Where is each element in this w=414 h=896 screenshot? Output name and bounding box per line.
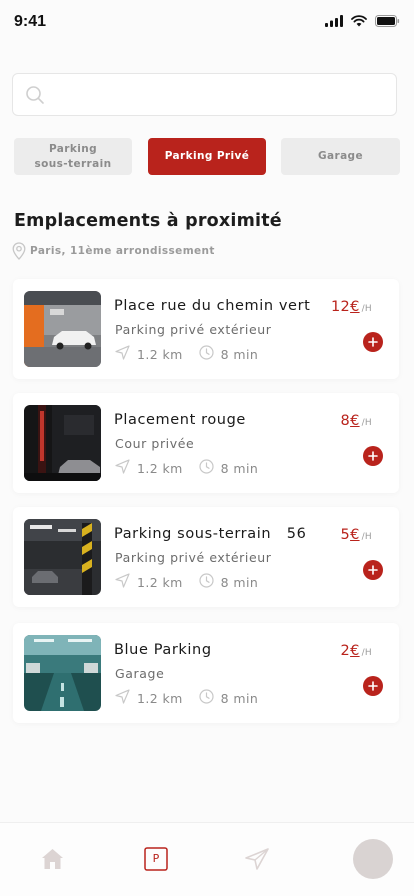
wifi-icon [351, 15, 367, 27]
navigation-icon [115, 345, 130, 363]
price-unit: /H [361, 418, 372, 428]
listing-price: 2€/H [341, 643, 372, 659]
status-icons [325, 15, 400, 27]
bottom-nav: P [0, 822, 414, 896]
search-box[interactable] [12, 73, 397, 116]
price-unit: /H [361, 648, 372, 658]
parking-icon-label: P [152, 852, 160, 865]
listing-meta: 1.2 km 8 min [115, 345, 258, 363]
navigation-icon [115, 459, 130, 477]
tab-label-line1: Parking [48, 142, 98, 155]
listing-thumbnail [24, 519, 101, 595]
clock-icon [199, 459, 214, 477]
nav-send[interactable] [244, 847, 270, 875]
listing-distance: 1.2 km [137, 574, 183, 590]
listing-duration: 8 min [220, 574, 259, 590]
tab-parking-prive[interactable]: Parking Privé [148, 138, 266, 175]
add-button[interactable] [363, 560, 383, 580]
price-unit: /H [361, 304, 372, 314]
listing-price: 12€/H [331, 299, 372, 315]
plus-icon [368, 565, 378, 575]
navigation-icon [115, 689, 130, 707]
listing-title: Placement rouge [114, 412, 246, 428]
listing-duration: 8 min [220, 346, 259, 362]
listing-title: Parking sous-terrain 56 [114, 526, 307, 542]
listing-price: 5€/H [341, 527, 372, 543]
listing-title: Blue Parking [114, 642, 212, 658]
search-icon [26, 86, 44, 104]
listing-duration: 8 min [220, 460, 259, 476]
status-time: 9:41 [14, 13, 47, 30]
add-button[interactable] [363, 676, 383, 696]
listing-card[interactable]: Blue Parking Garage 1.2 km 8 min 2€/H [13, 623, 399, 723]
search-input[interactable] [55, 74, 385, 115]
tab-label: Parking Privé [164, 150, 250, 162]
price-currency: € [350, 643, 360, 659]
plus-icon [368, 451, 378, 461]
price-value: 2 [340, 643, 351, 659]
listing-subtitle: Cour privée [115, 436, 195, 451]
avatar[interactable] [353, 839, 393, 879]
listing-distance: 1.2 km [137, 690, 183, 706]
price-value: 8 [340, 413, 351, 429]
listing-meta: 1.2 km 8 min [115, 573, 258, 591]
price-unit: /H [361, 532, 372, 542]
price-currency: € [350, 299, 360, 315]
listing-subtitle: Parking privé extérieur [115, 322, 272, 337]
price-value: 12 [331, 299, 351, 315]
plus-icon [368, 337, 378, 347]
clock-icon [199, 573, 214, 591]
listing-thumbnail [24, 635, 101, 711]
status-bar: 9:41 [0, 0, 414, 46]
add-button[interactable] [363, 446, 383, 466]
tab-garage[interactable]: Garage [281, 138, 400, 175]
filter-tabs: Parking sous-terrain Parking Privé Garag… [14, 138, 400, 175]
add-button[interactable] [363, 332, 383, 352]
section-title: Emplacements à proximité [14, 211, 282, 231]
location-row: Paris, 11ème arrondissement [12, 242, 215, 260]
listing-meta: 1.2 km 8 min [115, 689, 258, 707]
listing-distance: 1.2 km [137, 346, 183, 362]
listing-thumbnail [24, 291, 101, 367]
navigation-icon [115, 573, 130, 591]
location-pin-icon [12, 242, 26, 260]
send-icon [245, 848, 269, 870]
tab-label-line2: sous-terrain [34, 157, 112, 170]
battery-icon [375, 15, 400, 27]
listing-subtitle: Garage [115, 666, 165, 681]
price-currency: € [350, 527, 360, 543]
clock-icon [199, 345, 214, 363]
listing-card[interactable]: Parking sous-terrain 56 Parking privé ex… [13, 507, 399, 607]
nav-home[interactable] [40, 847, 65, 875]
signal-icon [325, 15, 343, 27]
price-currency: € [350, 413, 360, 429]
listing-meta: 1.2 km 8 min [115, 459, 258, 477]
clock-icon [199, 689, 214, 707]
listing-duration: 8 min [220, 690, 259, 706]
nav-parking[interactable]: P [144, 847, 168, 875]
listing-card[interactable]: Place rue du chemin vert Parking privé e… [13, 279, 399, 379]
tab-label: Garage [317, 150, 363, 162]
listing-card[interactable]: Placement rouge Cour privée 1.2 km 8 min… [13, 393, 399, 493]
location-text: Paris, 11ème arrondissement [30, 245, 215, 257]
listing-title: Place rue du chemin vert [114, 298, 311, 314]
plus-icon [368, 681, 378, 691]
listing-distance: 1.2 km [137, 460, 183, 476]
tab-parking-sous-terrain[interactable]: Parking sous-terrain [14, 138, 132, 175]
listing-subtitle: Parking privé extérieur [115, 550, 272, 565]
listing-price: 8€/H [341, 413, 372, 429]
price-value: 5 [340, 527, 351, 543]
listing-thumbnail [24, 405, 101, 481]
home-icon [42, 849, 63, 869]
